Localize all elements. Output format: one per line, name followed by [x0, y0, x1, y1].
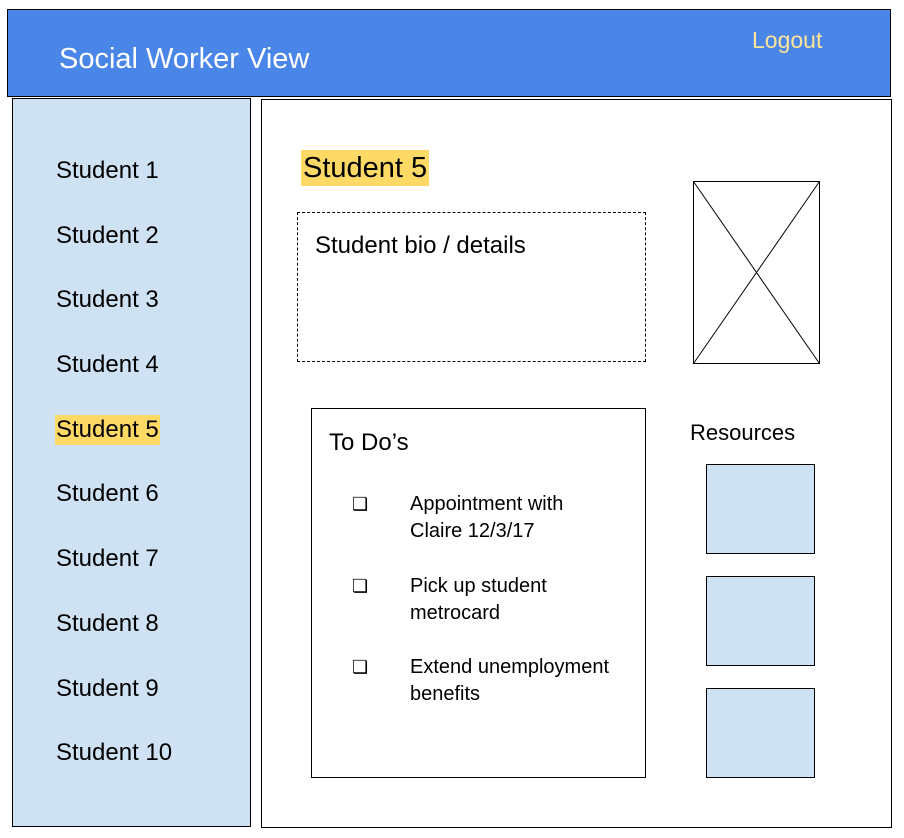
- sidebar-item-student-1[interactable]: Student 1: [55, 156, 160, 186]
- header-bar: Social Worker View Logout: [7, 9, 891, 97]
- sidebar-item-student-7[interactable]: Student 7: [55, 544, 160, 574]
- resource-tile-1[interactable]: [706, 464, 815, 554]
- checkbox-icon[interactable]: ❏: [352, 491, 368, 518]
- todo-title: To Do’s: [329, 429, 409, 456]
- sidebar-item-student-4[interactable]: Student 4: [55, 350, 160, 380]
- todo-item-text: Extend unemployment benefits: [410, 656, 610, 705]
- page-title: Student 5: [301, 150, 430, 186]
- sidebar: Student 1 Student 2 Student 3 Student 4 …: [12, 98, 251, 827]
- bio-label: Student bio / details: [315, 232, 526, 259]
- todo-item-text: Appointment with Claire 12/3/17: [410, 493, 564, 542]
- sidebar-item-student-8[interactable]: Student 8: [55, 609, 160, 639]
- sidebar-item-student-3[interactable]: Student 3: [55, 285, 160, 315]
- sidebar-item-student-10[interactable]: Student 10: [55, 738, 173, 768]
- todo-panel: To Do’s ❏ Appointment with Claire 12/3/1…: [311, 408, 646, 778]
- app-title: Social Worker View: [59, 43, 310, 75]
- student-bio-panel: Student bio / details: [297, 212, 646, 362]
- sidebar-item-student-5[interactable]: Student 5: [55, 415, 160, 445]
- resource-tile-2[interactable]: [706, 576, 815, 666]
- image-placeholder-icon: [693, 181, 820, 364]
- sidebar-item-student-9[interactable]: Student 9: [55, 674, 160, 704]
- sidebar-item-student-6[interactable]: Student 6: [55, 479, 160, 509]
- resource-tile-3[interactable]: [706, 688, 815, 778]
- logout-link[interactable]: Logout: [752, 27, 822, 54]
- checkbox-icon[interactable]: ❏: [352, 573, 368, 600]
- todo-item-text: Pick up student metrocard: [410, 575, 547, 624]
- sidebar-item-student-2[interactable]: Student 2: [55, 221, 160, 251]
- checkbox-icon[interactable]: ❏: [352, 654, 368, 681]
- resources-label: Resources: [690, 420, 796, 445]
